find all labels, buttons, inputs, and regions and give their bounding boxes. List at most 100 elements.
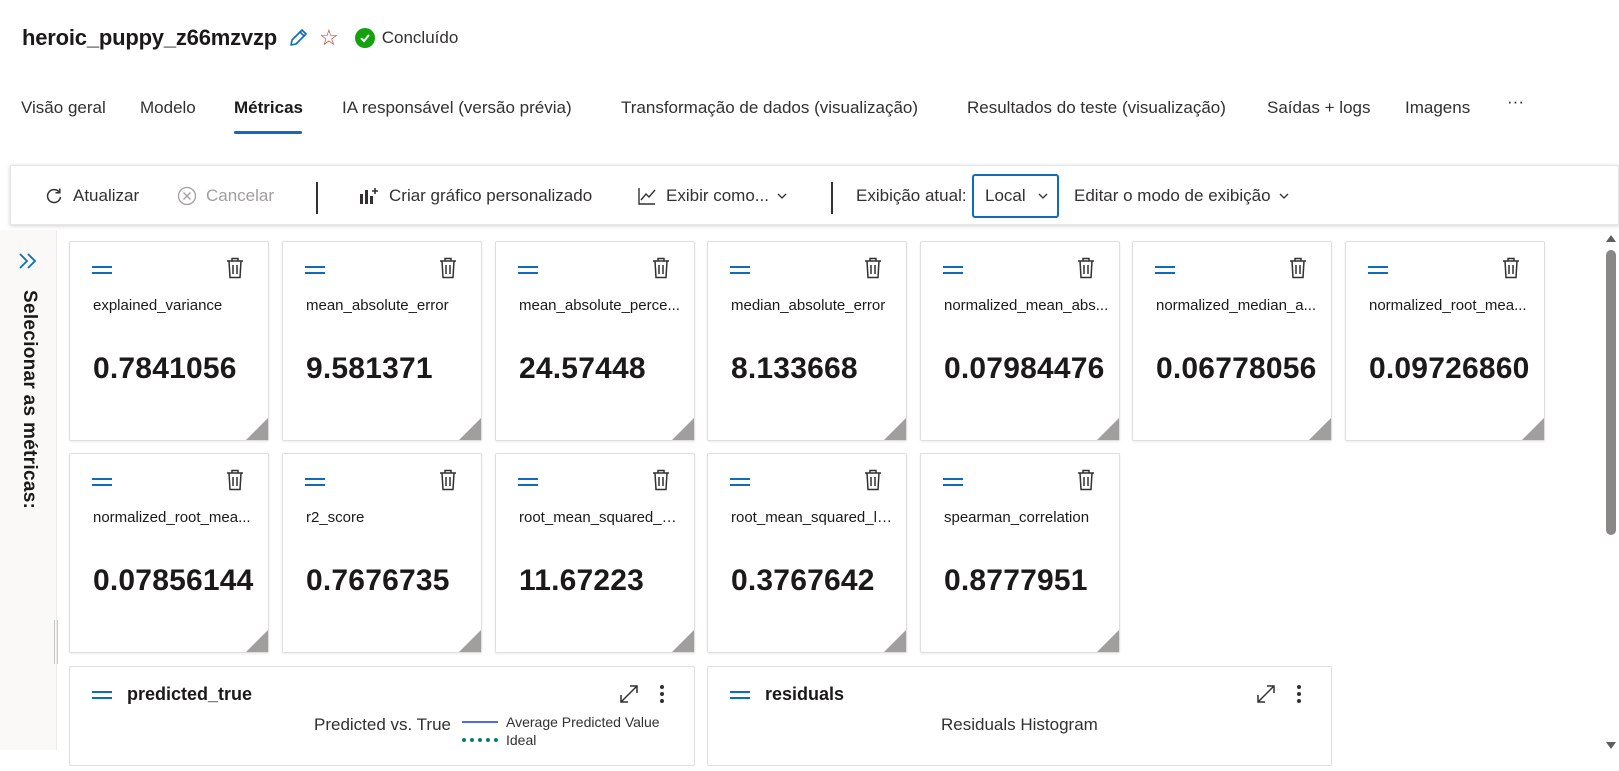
expand-icon[interactable] bbox=[1255, 683, 1277, 710]
refresh-button[interactable]: Atualizar bbox=[44, 166, 139, 226]
resize-corner[interactable] bbox=[459, 418, 481, 440]
tab-images[interactable]: Imagens bbox=[1405, 98, 1470, 118]
resize-corner[interactable] bbox=[672, 630, 694, 652]
run-header: heroic_puppy_z66mzvzp ☆ Concluído bbox=[22, 18, 458, 58]
chevron-down-icon bbox=[1279, 191, 1289, 201]
metric-value: 0.7676735 bbox=[306, 564, 450, 597]
tab-outputs-logs[interactable]: Saídas + logs bbox=[1267, 98, 1371, 118]
delete-icon[interactable] bbox=[226, 469, 244, 496]
view-as-label: Exibir como... bbox=[666, 186, 769, 205]
expand-icon[interactable] bbox=[618, 683, 640, 710]
drag-handle-icon[interactable] bbox=[92, 478, 112, 486]
chart-subtitle: Predicted vs. True bbox=[314, 715, 452, 734]
check-circle-icon bbox=[354, 28, 375, 48]
resize-handle[interactable] bbox=[54, 620, 58, 664]
cancel-button[interactable]: Cancelar bbox=[177, 166, 274, 226]
delete-icon[interactable] bbox=[1077, 469, 1095, 496]
resize-corner[interactable] bbox=[1522, 418, 1544, 440]
legend-label: Ideal bbox=[506, 732, 537, 748]
drag-handle-icon[interactable] bbox=[730, 478, 750, 486]
legend-dotted-swatch bbox=[462, 738, 498, 742]
drag-handle-icon[interactable] bbox=[943, 478, 963, 486]
drag-handle-icon[interactable] bbox=[92, 266, 112, 274]
more-options-icon[interactable] bbox=[1295, 683, 1303, 710]
select-metrics-label: Selecionar as métricas: bbox=[19, 290, 40, 510]
tab-overview[interactable]: Visão geral bbox=[21, 98, 106, 118]
resize-corner[interactable] bbox=[1309, 418, 1331, 440]
toolbar-divider bbox=[831, 182, 833, 214]
drag-handle-icon[interactable] bbox=[730, 266, 750, 274]
drag-handle-icon[interactable] bbox=[943, 266, 963, 274]
tab-bar: Visão geral Modelo Métricas IA responsáv… bbox=[0, 88, 1619, 134]
delete-icon[interactable] bbox=[439, 469, 457, 496]
tab-test-results[interactable]: Resultados do teste (visualização) bbox=[967, 98, 1226, 118]
refresh-icon bbox=[44, 186, 64, 206]
metric-value: 9.581371 bbox=[306, 352, 433, 385]
metric-card: median_absolute_error 8.133668 bbox=[707, 241, 907, 441]
resize-corner[interactable] bbox=[1097, 418, 1119, 440]
metric-name: normalized_median_a... bbox=[1156, 297, 1317, 314]
drag-handle-icon[interactable] bbox=[1368, 266, 1388, 274]
residuals-chart-card: residuals Residuals Histogram bbox=[707, 666, 1332, 766]
tab-metrics[interactable]: Métricas bbox=[234, 98, 303, 118]
run-title: heroic_puppy_z66mzvzp bbox=[22, 25, 277, 50]
resize-corner[interactable] bbox=[1097, 630, 1119, 652]
metric-card: normalized_mean_abs... 0.07984476 bbox=[920, 241, 1120, 441]
more-tabs-button[interactable]: ··· bbox=[1507, 92, 1524, 112]
drag-handle-icon[interactable] bbox=[1155, 266, 1175, 274]
delete-icon[interactable] bbox=[864, 469, 882, 496]
metrics-selector-panel[interactable]: Selecionar as métricas: bbox=[0, 230, 58, 750]
metric-card: root_mean_squared_lo... 0.3767642 bbox=[707, 453, 907, 653]
delete-icon[interactable] bbox=[1289, 257, 1307, 284]
metric-card: mean_absolute_error 9.581371 bbox=[282, 241, 482, 441]
scroll-up-arrow-icon[interactable] bbox=[1606, 235, 1616, 242]
resize-corner[interactable] bbox=[672, 418, 694, 440]
resize-corner[interactable] bbox=[884, 418, 906, 440]
drag-handle-icon[interactable] bbox=[305, 266, 325, 274]
delete-icon[interactable] bbox=[652, 257, 670, 284]
metric-card: mean_absolute_perce... 24.57448 bbox=[495, 241, 695, 441]
vertical-scrollbar[interactable] bbox=[1603, 232, 1619, 752]
resize-corner[interactable] bbox=[246, 418, 268, 440]
scroll-thumb[interactable] bbox=[1606, 250, 1616, 535]
star-icon[interactable]: ☆ bbox=[319, 27, 339, 49]
pencil-icon[interactable] bbox=[287, 27, 309, 49]
current-view-select[interactable]: Local bbox=[972, 174, 1059, 218]
delete-icon[interactable] bbox=[1502, 257, 1520, 284]
resize-corner[interactable] bbox=[884, 630, 906, 652]
resize-corner[interactable] bbox=[246, 630, 268, 652]
metric-value: 0.09726860 bbox=[1369, 352, 1530, 385]
delete-icon[interactable] bbox=[439, 257, 457, 284]
delete-icon[interactable] bbox=[1077, 257, 1095, 284]
refresh-label: Atualizar bbox=[73, 186, 140, 205]
drag-handle-icon[interactable] bbox=[92, 691, 112, 699]
delete-icon[interactable] bbox=[864, 257, 882, 284]
line-chart-icon bbox=[637, 186, 657, 206]
toolbar: Atualizar Cancelar Criar gráfico persona… bbox=[10, 165, 1619, 225]
edit-view-dropdown[interactable]: Editar o modo de exibição bbox=[1074, 166, 1289, 226]
status-badge: Concluído bbox=[354, 28, 458, 48]
edit-view-label: Editar o modo de exibição bbox=[1074, 186, 1271, 205]
chart-subtitle: Residuals Histogram bbox=[941, 715, 1098, 734]
drag-handle-icon[interactable] bbox=[518, 478, 538, 486]
metric-name: r2_score bbox=[306, 509, 365, 526]
tab-model[interactable]: Modelo bbox=[140, 98, 196, 118]
tab-data-transformation[interactable]: Transformação de dados (visualização) bbox=[621, 98, 918, 118]
metric-card: spearman_correlation 0.8777951 bbox=[920, 453, 1120, 653]
create-custom-chart-button[interactable]: Criar gráfico personalizado bbox=[358, 166, 592, 226]
metric-name: normalized_root_mea... bbox=[1369, 297, 1527, 314]
more-options-icon[interactable] bbox=[658, 683, 666, 710]
resize-corner[interactable] bbox=[459, 630, 481, 652]
tab-responsible-ai[interactable]: IA responsável (versão prévia) bbox=[342, 98, 572, 118]
view-as-dropdown[interactable]: Exibir como... bbox=[637, 166, 787, 226]
delete-icon[interactable] bbox=[226, 257, 244, 284]
delete-icon[interactable] bbox=[652, 469, 670, 496]
drag-handle-icon[interactable] bbox=[518, 266, 538, 274]
drag-handle-icon[interactable] bbox=[305, 478, 325, 486]
metric-name: mean_absolute_perce... bbox=[519, 297, 680, 314]
double-chevron-right-icon[interactable] bbox=[17, 250, 39, 277]
drag-handle-icon[interactable] bbox=[730, 691, 750, 699]
scroll-down-arrow-icon[interactable] bbox=[1606, 742, 1616, 749]
metric-value: 0.3767642 bbox=[731, 564, 875, 597]
metric-card: root_mean_squared_er... 11.67223 bbox=[495, 453, 695, 653]
